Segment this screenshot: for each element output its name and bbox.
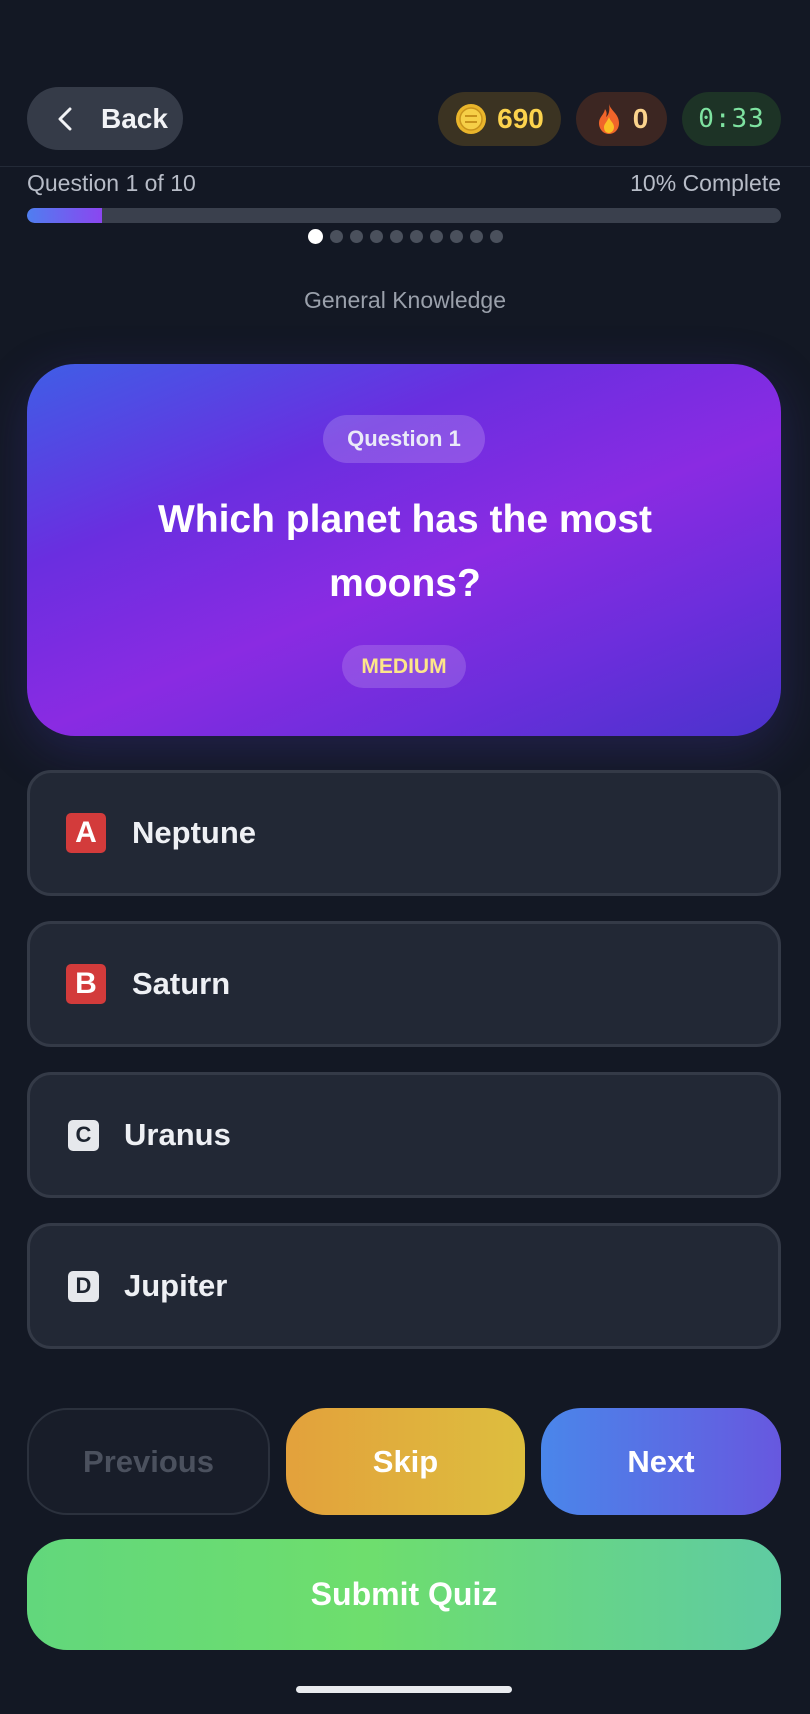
- question-counter: Question 1 of 10: [27, 170, 196, 196]
- streak-counter: 0: [576, 92, 667, 146]
- chevron-left-icon: [53, 106, 79, 132]
- option-text: Saturn: [132, 966, 231, 1001]
- previous-button[interactable]: Previous: [27, 1408, 270, 1515]
- option-a[interactable]: A Neptune: [27, 770, 781, 896]
- back-label: Back: [101, 102, 168, 134]
- header-divider: [0, 166, 810, 167]
- question-dots: [0, 229, 810, 244]
- coin-icon: [455, 103, 487, 135]
- back-button[interactable]: Back: [27, 87, 183, 150]
- coin-count: 690: [497, 103, 544, 134]
- category-label: General Knowledge: [303, 287, 507, 313]
- question-dot: [389, 230, 403, 243]
- submit-quiz-button[interactable]: Submit Quiz: [27, 1539, 781, 1650]
- question-dot: [329, 230, 343, 243]
- option-text: Neptune: [132, 815, 256, 850]
- option-text: Jupiter: [124, 1268, 228, 1303]
- option-d[interactable]: D Jupiter: [27, 1223, 781, 1349]
- letter-b-red-icon: B: [66, 964, 106, 1004]
- question-dot: [429, 230, 443, 243]
- percent-complete: 10% Complete: [630, 170, 781, 196]
- option-c[interactable]: C Uranus: [27, 1072, 781, 1198]
- timer-display: 0:33: [682, 92, 781, 146]
- skip-button[interactable]: Skip: [286, 1408, 525, 1515]
- progress-bar: [27, 208, 781, 223]
- question-badge: Question 1: [323, 415, 485, 463]
- timer-value: 0:33: [698, 104, 765, 134]
- question-dot: [409, 230, 423, 243]
- question-dot: [489, 230, 503, 243]
- question-dot: [449, 230, 463, 243]
- question-text: Which planet has the most moons?: [157, 498, 653, 605]
- streak-count: 0: [632, 103, 649, 134]
- question-dot: [349, 230, 363, 243]
- letter-d-icon: D: [68, 1270, 99, 1302]
- fire-icon: [595, 103, 623, 135]
- home-indicator[interactable]: [296, 1686, 512, 1693]
- question-dot: [469, 230, 483, 243]
- letter-a-red-icon: A: [66, 813, 106, 853]
- progress-fill: [27, 208, 103, 223]
- coin-counter: 690: [438, 92, 561, 146]
- question-dot-active: [307, 229, 323, 244]
- next-button[interactable]: Next: [541, 1408, 781, 1515]
- option-text: Uranus: [124, 1117, 231, 1152]
- question-dot: [369, 230, 383, 243]
- difficulty-badge: MEDIUM: [342, 645, 466, 688]
- letter-c-icon: C: [68, 1119, 99, 1151]
- option-b[interactable]: B Saturn: [27, 921, 781, 1047]
